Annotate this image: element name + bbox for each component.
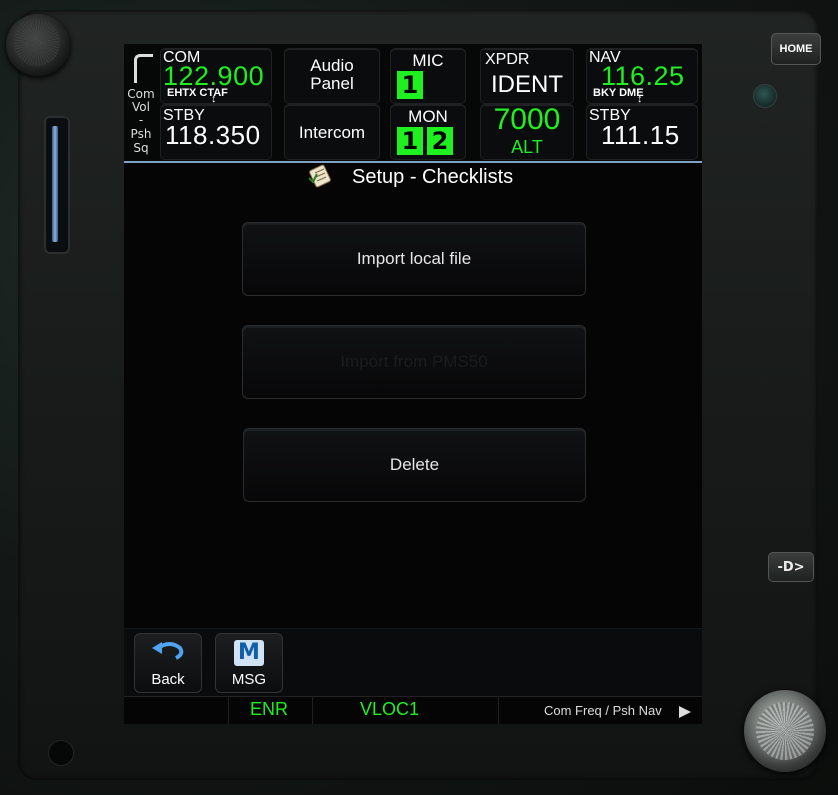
mon-label: MON bbox=[408, 107, 448, 126]
com-stby-freq: 118.350 bbox=[165, 120, 261, 150]
audio-panel-line2: Panel bbox=[310, 74, 354, 93]
back-arrow-icon bbox=[152, 642, 184, 660]
nav-active-id: BKY DME bbox=[593, 87, 644, 99]
display-screen: Com Vol - Psh Sq COM 122.900 EHTX CTAF ↕… bbox=[124, 44, 702, 724]
com-vol-line4: Psh bbox=[130, 127, 152, 141]
com-volume-control[interactable]: Com Vol - Psh Sq bbox=[124, 44, 158, 162]
play-arrow-icon bbox=[679, 706, 691, 718]
direct-to-button[interactable]: -D> bbox=[768, 552, 814, 582]
mic-label: MIC bbox=[412, 51, 444, 70]
com-standby-box[interactable]: STBY 118.350 bbox=[160, 104, 272, 160]
nav-stby-freq: 111.15 bbox=[601, 120, 680, 150]
mon-value-2: 2 bbox=[427, 127, 453, 155]
softkey-bar: Back M MSG bbox=[124, 628, 702, 697]
msg-button[interactable]: M MSG bbox=[215, 633, 283, 693]
home-button[interactable]: HOME bbox=[771, 33, 821, 65]
photocell-sensor bbox=[753, 84, 777, 108]
back-button[interactable]: Back bbox=[134, 633, 202, 693]
dual-concentric-knob[interactable] bbox=[744, 690, 826, 772]
xpdr-ident-box[interactable]: XPDR IDENT bbox=[480, 48, 574, 104]
audio-panel-line1: Audio bbox=[310, 56, 354, 75]
sd-card-slot bbox=[44, 116, 70, 254]
page-header: Setup - Checklists bbox=[124, 164, 702, 192]
back-label: Back bbox=[151, 671, 185, 688]
flight-phase: ENR bbox=[250, 699, 289, 719]
mon-select-button[interactable]: MON 1 2 bbox=[390, 104, 466, 160]
status-divider bbox=[228, 697, 229, 724]
com-vol-line3: - bbox=[138, 113, 144, 127]
import-from-pms50-button: Import from PMS50 bbox=[242, 325, 586, 399]
intercom-label: Intercom bbox=[298, 123, 366, 142]
bezel-screw bbox=[48, 740, 74, 766]
checklist-icon bbox=[308, 164, 331, 188]
xpdr-code: 7000 bbox=[493, 103, 561, 136]
status-divider bbox=[312, 697, 313, 724]
mon-value-1: 1 bbox=[397, 127, 423, 155]
xpdr-alt-mode: ALT bbox=[511, 137, 543, 157]
top-bar: Com Vol - Psh Sq COM 122.900 EHTX CTAF ↕… bbox=[124, 44, 702, 162]
mic-select-button[interactable]: MIC 1 bbox=[390, 48, 466, 104]
status-bar: ENR VLOC1 Com Freq / Psh Nav bbox=[124, 696, 702, 724]
nav-source: VLOC1 bbox=[360, 699, 420, 719]
status-divider bbox=[498, 697, 499, 724]
msg-icon: M bbox=[234, 640, 264, 666]
xpdr-label: XPDR bbox=[485, 51, 530, 68]
com-vol-line1: Com bbox=[127, 87, 155, 101]
audio-panel-button[interactable]: Audio Panel bbox=[284, 48, 380, 104]
topbar-separator bbox=[124, 161, 702, 163]
com-active-box[interactable]: COM 122.900 EHTX CTAF ↕ bbox=[160, 48, 272, 105]
nav-active-box[interactable]: NAV 116.25 BKY DME ↕ bbox=[586, 48, 698, 105]
import-local-file-button[interactable]: Import local file bbox=[242, 222, 586, 296]
msg-label: MSG bbox=[231, 671, 267, 688]
knob-hint: Com Freq / Psh Nav bbox=[544, 703, 662, 718]
com-vol-line2: Vol bbox=[132, 100, 150, 114]
delete-button[interactable]: Delete bbox=[243, 428, 586, 502]
com-vol-line5: Sq bbox=[133, 141, 149, 155]
volume-knob[interactable] bbox=[6, 14, 70, 76]
intercom-button[interactable]: Intercom bbox=[284, 104, 380, 160]
device-bezel: HOME -D> Com Vol - Psh Sq COM 122.900 EH… bbox=[0, 0, 838, 795]
com-vol-arrow-icon bbox=[134, 54, 153, 83]
xpdr-mode: IDENT bbox=[491, 71, 563, 98]
nav-standby-box[interactable]: STBY 111.15 bbox=[586, 104, 698, 160]
mic-value: 1 bbox=[397, 71, 423, 99]
page-title: Setup - Checklists bbox=[352, 166, 514, 188]
xpdr-code-box[interactable]: 7000 ALT bbox=[480, 103, 574, 160]
com-active-id: EHTX CTAF bbox=[167, 87, 228, 99]
